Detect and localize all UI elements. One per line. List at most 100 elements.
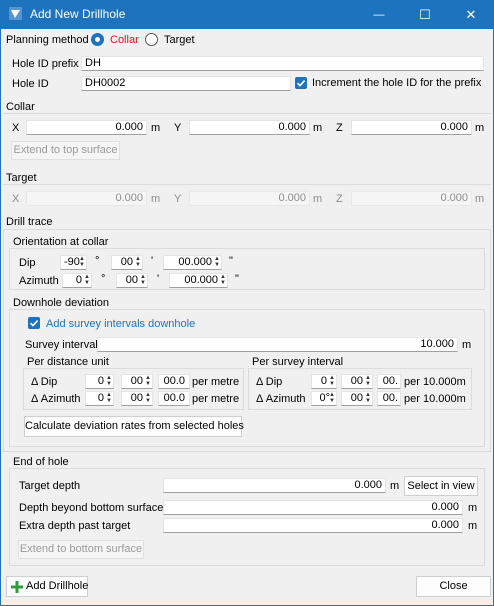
spin-arrows-icon[interactable]: ▲ ▼ bbox=[135, 256, 141, 268]
orientation-heading: Orientation at collar bbox=[13, 236, 109, 248]
extra-depth-input[interactable]: 0.000 bbox=[163, 518, 463, 533]
collar-option-label[interactable]: Collar bbox=[110, 34, 139, 46]
per-interval-unit: per 10.000m bbox=[404, 376, 466, 388]
per-metre-unit: per metre bbox=[192, 376, 240, 388]
hole-id-input[interactable]: DH0002 bbox=[81, 76, 291, 91]
spin-arrows-icon[interactable]: ▲ ▼ bbox=[106, 375, 112, 387]
collar-z-input[interactable]: 0.000 bbox=[351, 120, 472, 135]
delta-azimuth-degrees-value: 0 bbox=[97, 392, 104, 404]
add-drillhole-label: Add Drillhole bbox=[26, 580, 89, 592]
spin-arrows-icon[interactable]: ▲ ▼ bbox=[84, 274, 90, 286]
plus-icon bbox=[11, 581, 23, 593]
survey-delta-dip-seconds-value: 00. bbox=[382, 375, 398, 387]
survey-delta-azimuth-seconds-spinbox[interactable]: 00. bbox=[377, 391, 401, 406]
target-x-label: X bbox=[12, 193, 20, 205]
spin-arrows-icon[interactable]: ▲ ▼ bbox=[329, 392, 335, 404]
survey-delta-azimuth-label: Δ Azimuth bbox=[256, 393, 306, 405]
collar-heading: Collar bbox=[6, 101, 35, 113]
minimize-icon: — bbox=[373, 8, 385, 21]
delta-dip-degrees-value: 0 bbox=[97, 375, 104, 387]
second-symbol: " bbox=[235, 273, 239, 285]
collar-x-unit: m bbox=[151, 122, 161, 134]
minimize-button[interactable]: — bbox=[356, 0, 402, 29]
delta-dip-seconds-value: 00.0 bbox=[163, 375, 185, 387]
dip-degrees-spinbox[interactable]: -90 ▲ ▼ bbox=[60, 255, 87, 270]
azimuth-minutes-spinbox[interactable]: 00 ▲ ▼ bbox=[116, 273, 148, 288]
close-button[interactable]: Close bbox=[416, 576, 491, 597]
extra-depth-label: Extra depth past target bbox=[19, 520, 131, 532]
depth-beyond-unit: m bbox=[468, 502, 478, 514]
drill-trace-heading: Drill trace bbox=[6, 216, 53, 228]
delta-dip-minutes-value: 00 bbox=[130, 375, 143, 387]
spin-arrows-icon[interactable]: ▲ ▼ bbox=[220, 274, 226, 286]
spin-arrows-icon[interactable]: ▲ ▼ bbox=[145, 392, 151, 404]
depth-beyond-input[interactable]: 0.000 bbox=[163, 500, 463, 515]
target-z-input[interactable]: 0.000 bbox=[351, 191, 472, 206]
delta-azimuth-label: Δ Azimuth bbox=[31, 393, 81, 405]
increment-checkbox[interactable] bbox=[295, 77, 307, 89]
delta-dip-seconds-spinbox[interactable]: 00.0 bbox=[158, 374, 190, 389]
add-drillhole-button[interactable]: Add Drillhole bbox=[6, 576, 88, 597]
target-z-unit: m bbox=[475, 193, 485, 205]
spin-arrows-icon[interactable]: ▲ ▼ bbox=[214, 256, 220, 268]
survey-delta-dip-minutes-spinbox[interactable]: 00 ▲ ▼ bbox=[341, 374, 373, 389]
survey-delta-dip-degrees-spinbox[interactable]: 0 ▲ ▼ bbox=[311, 374, 337, 389]
extend-top-surface-button[interactable]: Extend to top surface bbox=[11, 141, 120, 160]
planning-method-label: Planning method bbox=[6, 34, 89, 46]
delta-azimuth-seconds-spinbox[interactable]: 00.0 bbox=[158, 391, 190, 406]
window-title: Add New Drillhole bbox=[30, 7, 126, 21]
maximize-button[interactable]: ☐ bbox=[402, 0, 448, 29]
dip-seconds-spinbox[interactable]: 00.000 ▲ ▼ bbox=[163, 255, 222, 270]
hole-id-label: Hole ID bbox=[12, 78, 49, 90]
survey-delta-dip-seconds-spinbox[interactable]: 00. bbox=[377, 374, 401, 389]
calculate-deviation-button[interactable]: Calculate deviation rates from selected … bbox=[24, 416, 244, 437]
dip-label: Dip bbox=[19, 257, 36, 269]
increment-label[interactable]: Increment the hole ID for the prefix bbox=[312, 77, 481, 89]
radio-target[interactable] bbox=[145, 33, 158, 46]
delta-azimuth-minutes-spinbox[interactable]: 00 ▲ ▼ bbox=[121, 391, 153, 406]
dip-degrees-value: -90 bbox=[64, 256, 80, 268]
dip-minutes-spinbox[interactable]: 00 ▲ ▼ bbox=[111, 255, 143, 270]
select-in-view-button[interactable]: Select in view bbox=[404, 476, 478, 496]
collar-y-input[interactable]: 0.000 bbox=[189, 120, 310, 135]
azimuth-degrees-value: 0 bbox=[75, 274, 82, 286]
radio-collar[interactable] bbox=[91, 33, 104, 46]
delta-dip-minutes-spinbox[interactable]: 00 ▲ ▼ bbox=[121, 374, 153, 389]
spin-arrows-icon[interactable]: ▲ ▼ bbox=[329, 375, 335, 387]
spin-arrows-icon[interactable]: ▲ ▼ bbox=[365, 375, 371, 387]
target-y-input[interactable]: 0.000 bbox=[189, 191, 310, 206]
per-interval-unit: per 10.000m bbox=[404, 393, 466, 405]
spin-arrows-icon[interactable]: ▲ ▼ bbox=[140, 274, 146, 286]
downhole-deviation-heading: Downhole deviation bbox=[13, 297, 110, 309]
hole-id-prefix-input[interactable]: DH bbox=[81, 56, 484, 71]
delta-azimuth-minutes-value: 00 bbox=[130, 392, 143, 404]
delta-azimuth-degrees-spinbox[interactable]: 0 ▲ ▼ bbox=[85, 391, 114, 406]
extra-depth-unit: m bbox=[468, 520, 478, 532]
target-x-input[interactable]: 0.000 bbox=[26, 191, 147, 206]
survey-delta-azimuth-degrees-spinbox[interactable]: 0° ▲ ▼ bbox=[311, 391, 337, 406]
collar-y-unit: m bbox=[313, 122, 323, 134]
azimuth-degrees-spinbox[interactable]: 0 ▲ ▼ bbox=[62, 273, 92, 288]
target-depth-input[interactable]: 0.000 bbox=[163, 478, 386, 493]
spin-arrows-icon[interactable]: ▲ ▼ bbox=[106, 392, 112, 404]
title-bar[interactable]: Add New Drillhole — ☐ ✕ bbox=[0, 0, 494, 29]
degree-symbol: ° bbox=[95, 255, 100, 267]
dip-minutes-value: 00 bbox=[120, 256, 133, 268]
target-option-label[interactable]: Target bbox=[164, 34, 195, 46]
add-survey-checkbox[interactable] bbox=[28, 317, 40, 329]
survey-delta-azimuth-minutes-spinbox[interactable]: 00 ▲ ▼ bbox=[341, 391, 373, 406]
spin-arrows-icon[interactable]: ▲ ▼ bbox=[79, 256, 85, 268]
close-window-button[interactable]: ✕ bbox=[448, 0, 494, 29]
collar-x-input[interactable]: 0.000 bbox=[26, 120, 147, 135]
target-depth-label: Target depth bbox=[19, 480, 81, 492]
extend-bottom-surface-button[interactable]: Extend to bottom surface bbox=[18, 540, 144, 559]
azimuth-seconds-spinbox[interactable]: 00.000 ▲ ▼ bbox=[169, 273, 228, 288]
target-divider bbox=[3, 184, 491, 185]
survey-delta-dip-degrees-value: 0 bbox=[320, 375, 327, 387]
survey-interval-input[interactable]: 10.000 bbox=[97, 337, 458, 352]
delta-dip-degrees-spinbox[interactable]: 0 ▲ ▼ bbox=[85, 374, 114, 389]
spin-arrows-icon[interactable]: ▲ ▼ bbox=[365, 392, 371, 404]
spin-arrows-icon[interactable]: ▲ ▼ bbox=[145, 375, 151, 387]
depth-beyond-label: Depth beyond bottom surface bbox=[19, 502, 164, 514]
add-survey-label[interactable]: Add survey intervals downhole bbox=[46, 318, 195, 330]
